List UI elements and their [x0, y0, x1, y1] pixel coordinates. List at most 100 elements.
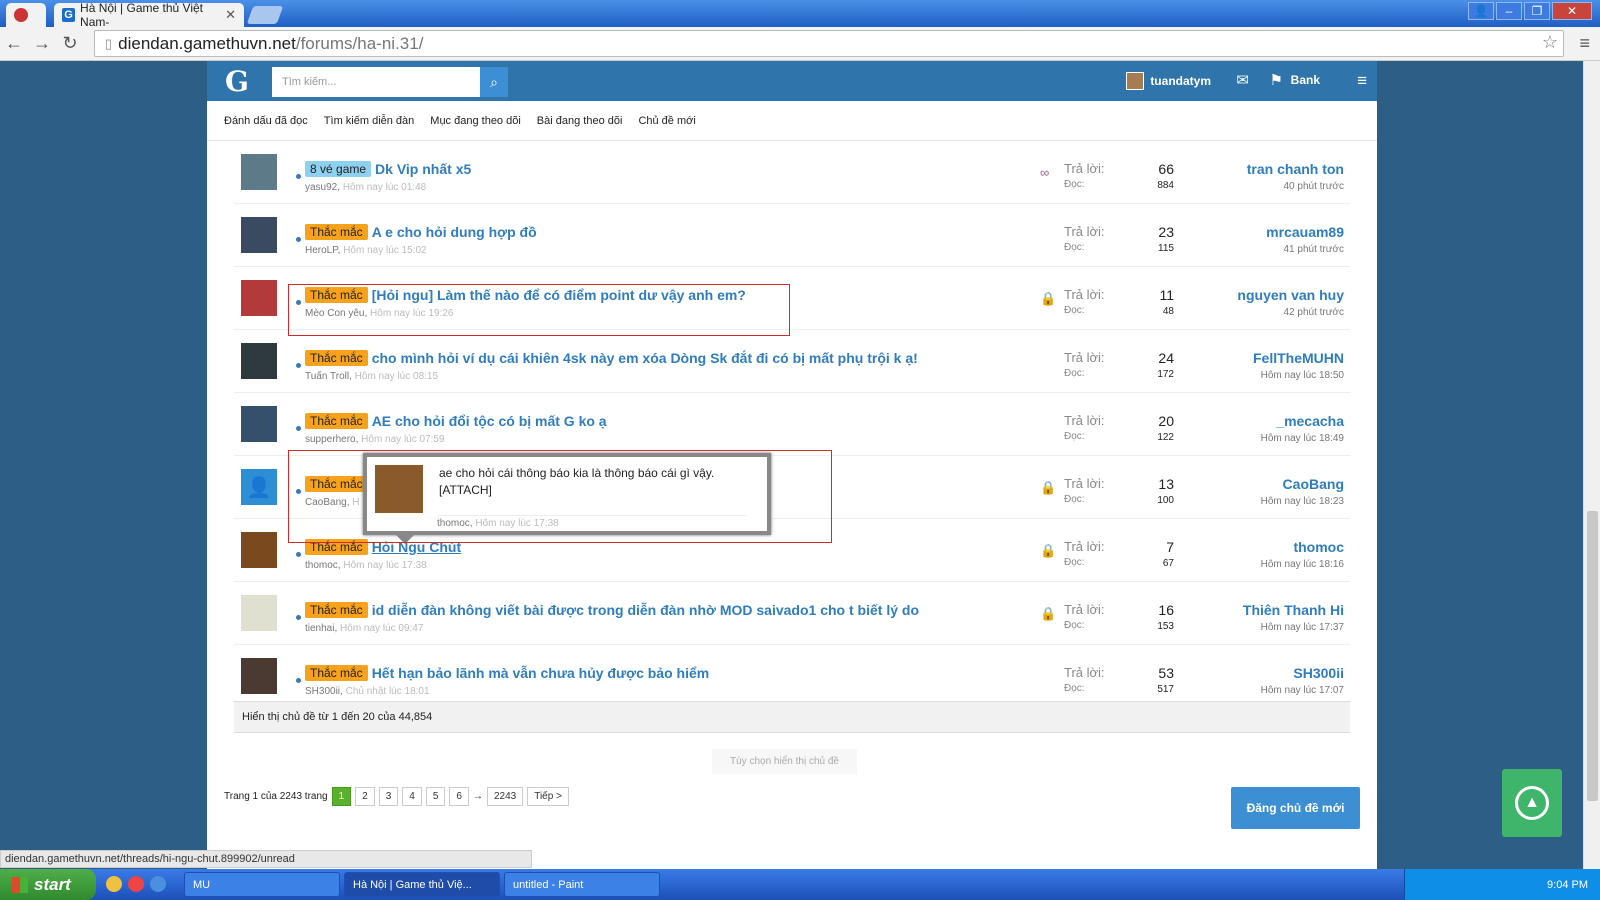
- last-poster[interactable]: tran chanh ton: [1247, 161, 1344, 177]
- subnav-mark-read[interactable]: Đánh dấu đã đọc: [224, 115, 308, 127]
- last-post-time[interactable]: Hôm nay lúc 18:16: [1261, 559, 1344, 570]
- user-menu[interactable]: tuandatym: [1126, 72, 1211, 90]
- thread-author[interactable]: SH300ii,: [305, 686, 343, 697]
- new-tab-button[interactable]: [246, 6, 284, 24]
- last-poster[interactable]: SH300ii: [1261, 665, 1344, 681]
- site-header: G Tìm kiếm... ⌕ tuandatym ✉ ⚑ Bank ≡: [207, 61, 1377, 101]
- pinned-tab[interactable]: [6, 3, 46, 27]
- page-link[interactable]: 2: [355, 787, 375, 806]
- forward-icon[interactable]: →: [28, 33, 56, 54]
- last-poster[interactable]: thomoc: [1261, 539, 1344, 555]
- thread-title[interactable]: A e cho hỏi dung hợp đồ: [372, 224, 537, 240]
- thread-prefix[interactable]: Thắc mắc: [305, 602, 368, 618]
- site-logo[interactable]: G: [225, 65, 249, 98]
- start-button[interactable]: start: [0, 869, 96, 900]
- minimize-icon[interactable]: –: [1496, 2, 1522, 20]
- last-post-time[interactable]: 40 phút trước: [1247, 181, 1344, 192]
- close-tab-icon[interactable]: ✕: [225, 7, 236, 23]
- page-link[interactable]: 6: [449, 787, 469, 806]
- scroll-to-top-button[interactable]: ▲: [1502, 769, 1562, 837]
- avatar[interactable]: [241, 532, 277, 568]
- thread-author[interactable]: tienhai,: [305, 623, 337, 634]
- thread-title[interactable]: Hết hạn bảo lãnh mà vẫn chưa hủy được bả…: [372, 665, 710, 681]
- taskbar-item-mu[interactable]: MU: [184, 872, 340, 897]
- address-bar[interactable]: ▯ diendan.gamethuvn.net/forums/ha-ni.31/: [94, 30, 1564, 57]
- thread-title[interactable]: id diễn đàn không viết bài được trong di…: [372, 602, 919, 618]
- taskbar-item-browser[interactable]: Hà Nội | Game thủ Việ...: [344, 872, 500, 897]
- replies-label: Trả lời:: [1064, 287, 1105, 302]
- last-poster[interactable]: CaoBang: [1261, 476, 1344, 492]
- page-link-last[interactable]: 2243: [486, 787, 524, 806]
- last-poster[interactable]: _mecacha: [1261, 413, 1344, 429]
- page-jump-arrow[interactable]: →: [473, 791, 483, 802]
- page-link[interactable]: 4: [402, 787, 422, 806]
- thread-author[interactable]: supperhero,: [305, 434, 358, 445]
- page-link[interactable]: 3: [378, 787, 399, 806]
- search-input[interactable]: Tìm kiếm...: [272, 67, 480, 97]
- thread-prefix[interactable]: Thắc mắc: [305, 350, 368, 366]
- thread-time: Hôm nay lúc 15:02: [343, 245, 427, 256]
- avatar[interactable]: [241, 658, 277, 694]
- subnav-search-forum[interactable]: Tìm kiếm diễn đàn: [324, 115, 414, 127]
- thread-prefix[interactable]: 8 vé game: [305, 161, 372, 177]
- thread-display-options[interactable]: Tùy chọn hiển thị chủ đề: [712, 749, 857, 774]
- flag-icon[interactable]: ⚑: [1270, 71, 1283, 89]
- thread-prefix[interactable]: Thắc mắc: [305, 413, 368, 429]
- avatar[interactable]: [241, 343, 277, 379]
- chrome-icon[interactable]: [128, 876, 144, 892]
- avatar[interactable]: [241, 595, 277, 631]
- restore-icon[interactable]: ❐: [1524, 2, 1550, 20]
- thread-author[interactable]: thomoc,: [305, 560, 341, 571]
- browser-menu-icon[interactable]: ≡: [1579, 33, 1590, 54]
- next-page-link[interactable]: Tiếp >: [527, 787, 569, 806]
- thread-title[interactable]: AE cho hỏi đổi tộc có bị mất G ko ạ: [372, 413, 607, 429]
- close-window-icon[interactable]: ✕: [1552, 2, 1592, 20]
- active-tab[interactable]: G Hà Nội | Game thủ Việt Nam- ✕: [54, 1, 244, 29]
- avatar[interactable]: [241, 280, 277, 316]
- last-poster[interactable]: Thiên Thanh Hi: [1243, 602, 1344, 618]
- default-avatar-icon[interactable]: 👤: [241, 469, 277, 505]
- thread-author[interactable]: yasu92,: [305, 182, 340, 193]
- views-count: 172: [1157, 369, 1174, 380]
- last-post-time[interactable]: 41 phút trước: [1266, 244, 1344, 255]
- last-post-time[interactable]: Hôm nay lúc 18:23: [1261, 496, 1344, 507]
- avatar[interactable]: [241, 406, 277, 442]
- thread-prefix[interactable]: Thắc mắc: [305, 665, 368, 681]
- last-post-time[interactable]: Hôm nay lúc 17:07: [1261, 685, 1344, 696]
- subnav-watched-posts[interactable]: Bài đang theo dõi: [537, 115, 623, 127]
- post-new-thread-button[interactable]: Đăng chủ đề mới: [1231, 787, 1360, 829]
- last-post-time[interactable]: Hôm nay lúc 18:49: [1261, 433, 1344, 444]
- bank-link[interactable]: Bank: [1291, 73, 1320, 87]
- thread-author[interactable]: HeroLP,: [305, 245, 340, 256]
- avatar[interactable]: [241, 154, 277, 190]
- taskbar-item-paint[interactable]: untitled - Paint: [504, 872, 660, 897]
- page-link[interactable]: 5: [425, 787, 446, 806]
- last-poster[interactable]: nguyen van huy: [1237, 287, 1344, 303]
- last-poster[interactable]: mrcauam89: [1266, 224, 1344, 240]
- page-scrollbar[interactable]: [1583, 61, 1600, 869]
- clock[interactable]: 9:04 PM: [1547, 879, 1588, 891]
- app-icon[interactable]: [150, 876, 166, 892]
- user-icon[interactable]: 👤: [1468, 2, 1494, 20]
- scrollbar-thumb[interactable]: [1587, 511, 1598, 801]
- thread-title[interactable]: cho mình hỏi ví dụ cái khiên 4sk này em …: [372, 350, 918, 366]
- subnav-new-threads[interactable]: Chủ đề mới: [638, 115, 695, 127]
- back-icon[interactable]: ←: [0, 33, 28, 54]
- quick-launch-icon[interactable]: [106, 876, 122, 892]
- page-link[interactable]: 1: [331, 787, 352, 806]
- last-post-time[interactable]: 42 phút trước: [1237, 307, 1344, 318]
- thread-title[interactable]: Dk Vip nhất x5: [375, 161, 471, 177]
- hamburger-menu-icon[interactable]: ≡: [1357, 71, 1367, 91]
- last-poster[interactable]: FellTheMUHN: [1253, 350, 1344, 366]
- thread-author[interactable]: Tuấn Troll,: [305, 371, 352, 382]
- last-post-time[interactable]: Hôm nay lúc 17:37: [1243, 622, 1344, 633]
- avatar[interactable]: [241, 217, 277, 253]
- thread-prefix[interactable]: Thắc mắc: [305, 224, 368, 240]
- last-post-time[interactable]: Hôm nay lúc 18:50: [1253, 370, 1344, 381]
- subnav-watched-threads[interactable]: Mục đang theo dõi: [430, 115, 521, 127]
- reload-icon[interactable]: ↻: [56, 33, 84, 54]
- mail-icon[interactable]: ✉: [1236, 71, 1249, 89]
- search-icon[interactable]: ⌕: [480, 67, 508, 97]
- browser-toolbar: ← → ↻ ▯ diendan.gamethuvn.net/forums/ha-…: [0, 27, 1600, 61]
- bookmark-star-icon[interactable]: ☆: [1542, 32, 1558, 53]
